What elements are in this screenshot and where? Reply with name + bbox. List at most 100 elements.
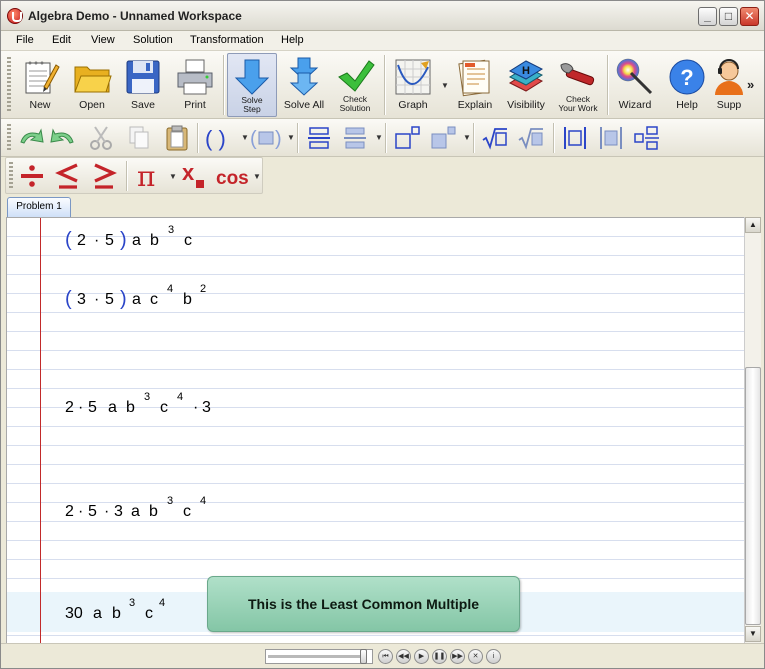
check-mark-icon [338, 60, 375, 92]
slider-handle[interactable] [360, 649, 367, 664]
save-button[interactable]: Save [119, 53, 167, 117]
menu-edit[interactable]: Edit [52, 34, 71, 46]
toolbar-grip[interactable] [7, 57, 11, 113]
rewind-icon[interactable]: ◀◀ [396, 649, 411, 664]
bracket-box-icon[interactable]: () [249, 124, 285, 152]
variable: a [132, 291, 141, 308]
pause-icon[interactable]: ❚❚ [432, 649, 447, 664]
mixed-number-icon[interactable] [633, 124, 661, 152]
toolbar-grip[interactable] [7, 124, 11, 152]
toolbar-separator [385, 123, 386, 153]
lcm-callout: This is the Least Common Multiple [207, 576, 520, 632]
divide-icon[interactable] [18, 162, 46, 190]
new-button[interactable]: New [15, 53, 65, 117]
absolute-value-icon[interactable] [561, 124, 589, 152]
minimize-button[interactable]: _ [698, 7, 717, 26]
check-your-work-button[interactable]: Check Your Work [553, 53, 603, 117]
subscript-variable-icon[interactable]: x [180, 162, 208, 190]
floppy-disk-icon [126, 60, 160, 94]
function-dropdown-icon[interactable]: ▼ [253, 172, 261, 181]
check-solution-button[interactable]: Check Solution [330, 53, 380, 117]
multiply-dot: · [78, 399, 84, 416]
app-logo-icon[interactable] [7, 8, 23, 24]
svg-text:cos: cos [216, 168, 249, 189]
parentheses-dropdown-icon[interactable]: ▼ [241, 133, 249, 142]
exponent: 4 [200, 495, 207, 507]
exponent-filled-icon[interactable] [429, 124, 457, 152]
absolute-filled-icon[interactable] [597, 124, 625, 152]
root-filled-icon[interactable] [517, 124, 545, 152]
playback-slider[interactable] [265, 649, 373, 664]
problem-tab-row: Problem 1 [1, 195, 764, 217]
graph-label: Graph [398, 99, 428, 111]
toolbar-separator [384, 55, 385, 115]
menu-transformation[interactable]: Transformation [190, 34, 264, 46]
term: 5 [105, 291, 114, 308]
greater-or-equal-icon[interactable] [90, 162, 118, 190]
pi-dropdown-icon[interactable]: ▼ [169, 172, 177, 181]
square-root-icon[interactable] [481, 124, 509, 152]
fraction-dropdown-icon[interactable]: ▼ [375, 133, 383, 142]
fast-forward-icon[interactable]: ▶▶ [450, 649, 465, 664]
menu-help[interactable]: Help [281, 34, 304, 46]
window-title: Algebra Demo - Unnamed Workspace [28, 9, 242, 23]
operator-toolbar: π ▼ x cos ▼ [1, 157, 764, 195]
skip-start-icon[interactable]: ⏮ [378, 649, 393, 664]
scroll-up-icon[interactable]: ▲ [745, 217, 761, 233]
svg-text:): ) [275, 128, 282, 150]
less-or-equal-icon[interactable] [54, 162, 82, 190]
print-button[interactable]: Print [171, 53, 219, 117]
copy-icon[interactable] [125, 124, 153, 152]
support-label: Supp [716, 99, 742, 111]
fraction-icon[interactable] [305, 124, 333, 152]
open-button[interactable]: Open [67, 53, 117, 117]
play-icon[interactable]: ▶ [414, 649, 429, 664]
graph-dropdown-icon[interactable]: ▼ [441, 81, 449, 90]
exponent-icon[interactable] [393, 124, 421, 152]
undo-icon[interactable] [17, 124, 45, 152]
toolbar-grip[interactable] [9, 162, 13, 190]
cosine-icon[interactable]: cos [214, 162, 254, 190]
support-button[interactable]: Supp [712, 53, 746, 117]
multiply-dot: · [104, 503, 110, 520]
help-button[interactable]: ? Help [663, 53, 711, 117]
scroll-thumb[interactable] [745, 367, 761, 625]
variable: a [132, 232, 141, 249]
solve-step-button[interactable]: Solve Step [227, 53, 277, 117]
menu-solution[interactable]: Solution [133, 34, 173, 46]
cut-icon[interactable] [87, 124, 115, 152]
info-icon[interactable]: i [486, 649, 501, 664]
visibility-button[interactable]: H Visibility [501, 53, 551, 117]
fraction-filled-icon[interactable] [341, 124, 369, 152]
slider-fill [268, 655, 362, 658]
menu-file[interactable]: File [16, 34, 34, 46]
term: 5 [105, 232, 114, 249]
help-circle-icon: ? [669, 59, 705, 95]
paste-icon[interactable] [163, 124, 191, 152]
stop-icon[interactable]: ✕ [468, 649, 483, 664]
solve-step-label-2: Step [243, 104, 261, 114]
redo-icon[interactable] [49, 124, 77, 152]
edit-toolbar: ( ) ▼ () ▼ ▼ ▼ [1, 119, 764, 157]
close-button[interactable]: ✕ [740, 7, 759, 26]
solve-all-button[interactable]: Solve All [280, 53, 328, 117]
scroll-down-icon[interactable]: ▼ [745, 626, 761, 642]
wizard-button[interactable]: Wizard [610, 53, 660, 117]
parentheses-icon[interactable]: ( ) [203, 124, 239, 152]
exponent-dropdown-icon[interactable]: ▼ [463, 133, 471, 142]
coefficient: 30 [65, 605, 83, 622]
explain-button[interactable]: Explain [451, 53, 499, 117]
tab-problem-1[interactable]: Problem 1 [7, 197, 71, 217]
layers-icon: H [508, 60, 544, 92]
explain-label: Explain [457, 99, 493, 111]
math-workspace[interactable]: ( 2 · 5 ) a b 3 c ( 3 · 5 ) a c 4 b 2 2 … [6, 217, 744, 643]
bracket-dropdown-icon[interactable]: ▼ [287, 133, 295, 142]
toolbar-overflow-icon[interactable]: » [747, 77, 754, 92]
magic-wand-icon [616, 58, 653, 95]
pi-icon[interactable]: π [134, 162, 162, 190]
vertical-scrollbar[interactable]: ▲ ▼ [744, 217, 761, 643]
maximize-button[interactable]: □ [719, 7, 738, 26]
graph-button[interactable]: Graph [388, 53, 438, 117]
menu-view[interactable]: View [91, 34, 115, 46]
variable: b [112, 605, 121, 622]
